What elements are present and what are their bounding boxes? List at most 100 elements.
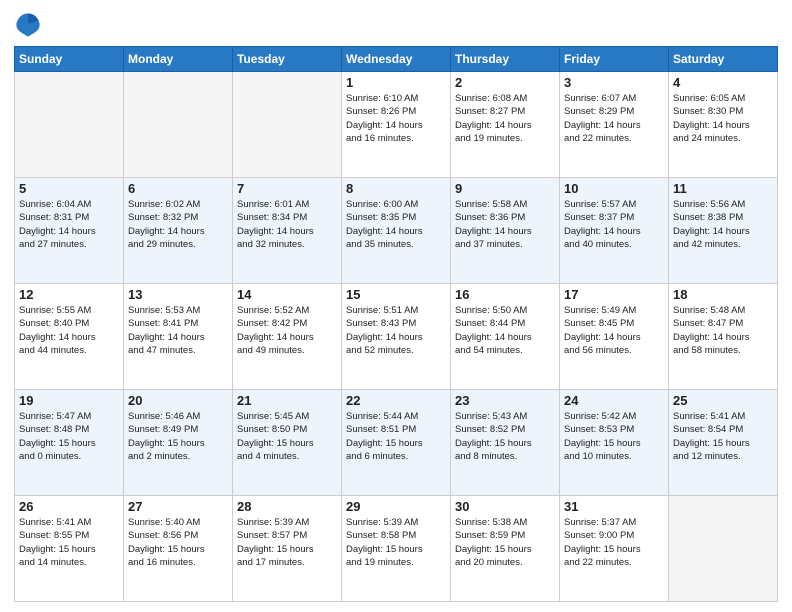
day-cell: 22 Sunrise: 5:44 AM Sunset: 8:51 PM Dayli… [342, 390, 451, 496]
day-number: 8 [346, 181, 446, 196]
day-info: Sunrise: 5:41 AM Sunset: 8:55 PM Dayligh… [19, 516, 119, 569]
week-row-5: 26 Sunrise: 5:41 AM Sunset: 8:55 PM Dayli… [15, 496, 778, 602]
week-row-3: 12 Sunrise: 5:55 AM Sunset: 8:40 PM Dayli… [15, 284, 778, 390]
day-info: Sunrise: 5:50 AM Sunset: 8:44 PM Dayligh… [455, 304, 555, 357]
day-cell: 7 Sunrise: 6:01 AM Sunset: 8:34 PM Daylig… [233, 178, 342, 284]
day-info: Sunrise: 5:55 AM Sunset: 8:40 PM Dayligh… [19, 304, 119, 357]
day-cell: 16 Sunrise: 5:50 AM Sunset: 8:44 PM Dayli… [451, 284, 560, 390]
day-number: 4 [673, 75, 773, 90]
day-info: Sunrise: 6:08 AM Sunset: 8:27 PM Dayligh… [455, 92, 555, 145]
day-number: 20 [128, 393, 228, 408]
day-cell: 13Sunrise: 5:53 AM Sunset: 8:41 PM Dayli… [124, 284, 233, 390]
day-info: Sunrise: 5:38 AM Sunset: 8:59 PM Dayligh… [455, 516, 555, 569]
day-info: Sunrise: 5:40 AM Sunset: 8:56 PM Dayligh… [128, 516, 228, 569]
day-info: Sunrise: 5:45 AM Sunset: 8:50 PM Dayligh… [237, 410, 337, 463]
day-number: 21 [237, 393, 337, 408]
day-cell: 18Sunrise: 5:48 AM Sunset: 8:47 PM Dayli… [669, 284, 778, 390]
day-number: 18 [673, 287, 773, 302]
day-cell: 17Sunrise: 5:49 AM Sunset: 8:45 PM Dayli… [560, 284, 669, 390]
day-number: 28 [237, 499, 337, 514]
day-info: Sunrise: 5:39 AM Sunset: 8:58 PM Dayligh… [346, 516, 446, 569]
day-number: 10 [564, 181, 664, 196]
day-info: Sunrise: 5:43 AM Sunset: 8:52 PM Dayligh… [455, 410, 555, 463]
calendar-table: SundayMondayTuesdayWednesdayThursdayFrid… [14, 46, 778, 602]
day-cell: 31Sunrise: 5:37 AM Sunset: 9:00 PM Dayli… [560, 496, 669, 602]
day-number: 12 [19, 287, 119, 302]
day-number: 26 [19, 499, 119, 514]
day-info: Sunrise: 5:39 AM Sunset: 8:57 PM Dayligh… [237, 516, 337, 569]
logo-icon [14, 10, 42, 38]
day-cell: 27 Sunrise: 5:40 AM Sunset: 8:56 PM Dayli… [124, 496, 233, 602]
day-info: Sunrise: 5:47 AM Sunset: 8:48 PM Dayligh… [19, 410, 119, 463]
day-cell: 3Sunrise: 6:07 AM Sunset: 8:29 PM Daylig… [560, 72, 669, 178]
weekday-header-saturday: Saturday [669, 47, 778, 72]
day-info: Sunrise: 6:02 AM Sunset: 8:32 PM Dayligh… [128, 198, 228, 251]
day-number: 7 [237, 181, 337, 196]
day-cell [124, 72, 233, 178]
day-number: 27 [128, 499, 228, 514]
day-info: Sunrise: 5:58 AM Sunset: 8:36 PM Dayligh… [455, 198, 555, 251]
day-number: 16 [455, 287, 555, 302]
day-info: Sunrise: 6:10 AM Sunset: 8:26 PM Dayligh… [346, 92, 446, 145]
day-cell: 24 Sunrise: 5:42 AM Sunset: 8:53 PM Dayli… [560, 390, 669, 496]
day-number: 24 [564, 393, 664, 408]
day-info: Sunrise: 5:46 AM Sunset: 8:49 PM Dayligh… [128, 410, 228, 463]
day-info: Sunrise: 5:52 AM Sunset: 8:42 PM Dayligh… [237, 304, 337, 357]
day-number: 9 [455, 181, 555, 196]
day-info: Sunrise: 5:49 AM Sunset: 8:45 PM Dayligh… [564, 304, 664, 357]
day-cell: 23 Sunrise: 5:43 AM Sunset: 8:52 PM Dayli… [451, 390, 560, 496]
weekday-header-tuesday: Tuesday [233, 47, 342, 72]
day-number: 1 [346, 75, 446, 90]
day-info: Sunrise: 6:05 AM Sunset: 8:30 PM Dayligh… [673, 92, 773, 145]
day-cell: 9 Sunrise: 5:58 AM Sunset: 8:36 PM Daylig… [451, 178, 560, 284]
day-info: Sunrise: 6:01 AM Sunset: 8:34 PM Dayligh… [237, 198, 337, 251]
day-info: Sunrise: 5:44 AM Sunset: 8:51 PM Dayligh… [346, 410, 446, 463]
weekday-header-friday: Friday [560, 47, 669, 72]
day-info: Sunrise: 6:04 AM Sunset: 8:31 PM Dayligh… [19, 198, 119, 251]
day-info: Sunrise: 6:07 AM Sunset: 8:29 PM Dayligh… [564, 92, 664, 145]
weekday-header-sunday: Sunday [15, 47, 124, 72]
day-number: 22 [346, 393, 446, 408]
weekday-header-monday: Monday [124, 47, 233, 72]
day-info: Sunrise: 5:42 AM Sunset: 8:53 PM Dayligh… [564, 410, 664, 463]
day-cell: 28 Sunrise: 5:39 AM Sunset: 8:57 PM Dayli… [233, 496, 342, 602]
day-cell: 19 Sunrise: 5:47 AM Sunset: 8:48 PM Dayli… [15, 390, 124, 496]
day-number: 6 [128, 181, 228, 196]
day-number: 11 [673, 181, 773, 196]
day-cell: 5 Sunrise: 6:04 AM Sunset: 8:31 PM Daylig… [15, 178, 124, 284]
day-cell: 14 Sunrise: 5:52 AM Sunset: 8:42 PM Dayli… [233, 284, 342, 390]
day-number: 14 [237, 287, 337, 302]
day-info: Sunrise: 5:56 AM Sunset: 8:38 PM Dayligh… [673, 198, 773, 251]
day-number: 23 [455, 393, 555, 408]
day-cell: 10 Sunrise: 5:57 AM Sunset: 8:37 PM Dayli… [560, 178, 669, 284]
weekday-header-row: SundayMondayTuesdayWednesdayThursdayFrid… [15, 47, 778, 72]
day-info: Sunrise: 6:00 AM Sunset: 8:35 PM Dayligh… [346, 198, 446, 251]
day-number: 5 [19, 181, 119, 196]
day-cell: 20 Sunrise: 5:46 AM Sunset: 8:49 PM Dayli… [124, 390, 233, 496]
day-number: 19 [19, 393, 119, 408]
day-number: 15 [346, 287, 446, 302]
day-cell: 6 Sunrise: 6:02 AM Sunset: 8:32 PM Daylig… [124, 178, 233, 284]
header [14, 10, 778, 38]
week-row-4: 19 Sunrise: 5:47 AM Sunset: 8:48 PM Dayli… [15, 390, 778, 496]
day-cell: 30 Sunrise: 5:38 AM Sunset: 8:59 PM Dayli… [451, 496, 560, 602]
day-cell: 11 Sunrise: 5:56 AM Sunset: 8:38 PM Dayli… [669, 178, 778, 284]
day-number: 2 [455, 75, 555, 90]
day-number: 25 [673, 393, 773, 408]
day-info: Sunrise: 5:41 AM Sunset: 8:54 PM Dayligh… [673, 410, 773, 463]
day-info: Sunrise: 5:57 AM Sunset: 8:37 PM Dayligh… [564, 198, 664, 251]
day-cell: 26 Sunrise: 5:41 AM Sunset: 8:55 PM Dayli… [15, 496, 124, 602]
day-cell [15, 72, 124, 178]
day-info: Sunrise: 5:51 AM Sunset: 8:43 PM Dayligh… [346, 304, 446, 357]
day-cell: 21 Sunrise: 5:45 AM Sunset: 8:50 PM Dayli… [233, 390, 342, 496]
day-cell [233, 72, 342, 178]
day-cell: 12 Sunrise: 5:55 AM Sunset: 8:40 PM Dayli… [15, 284, 124, 390]
day-number: 31 [564, 499, 664, 514]
day-cell [669, 496, 778, 602]
weekday-header-thursday: Thursday [451, 47, 560, 72]
day-cell: 2 Sunrise: 6:08 AM Sunset: 8:27 PM Daylig… [451, 72, 560, 178]
day-number: 30 [455, 499, 555, 514]
day-cell: 1 Sunrise: 6:10 AM Sunset: 8:26 PM Daylig… [342, 72, 451, 178]
day-info: Sunrise: 5:53 AM Sunset: 8:41 PM Dayligh… [128, 304, 228, 357]
weekday-header-wednesday: Wednesday [342, 47, 451, 72]
